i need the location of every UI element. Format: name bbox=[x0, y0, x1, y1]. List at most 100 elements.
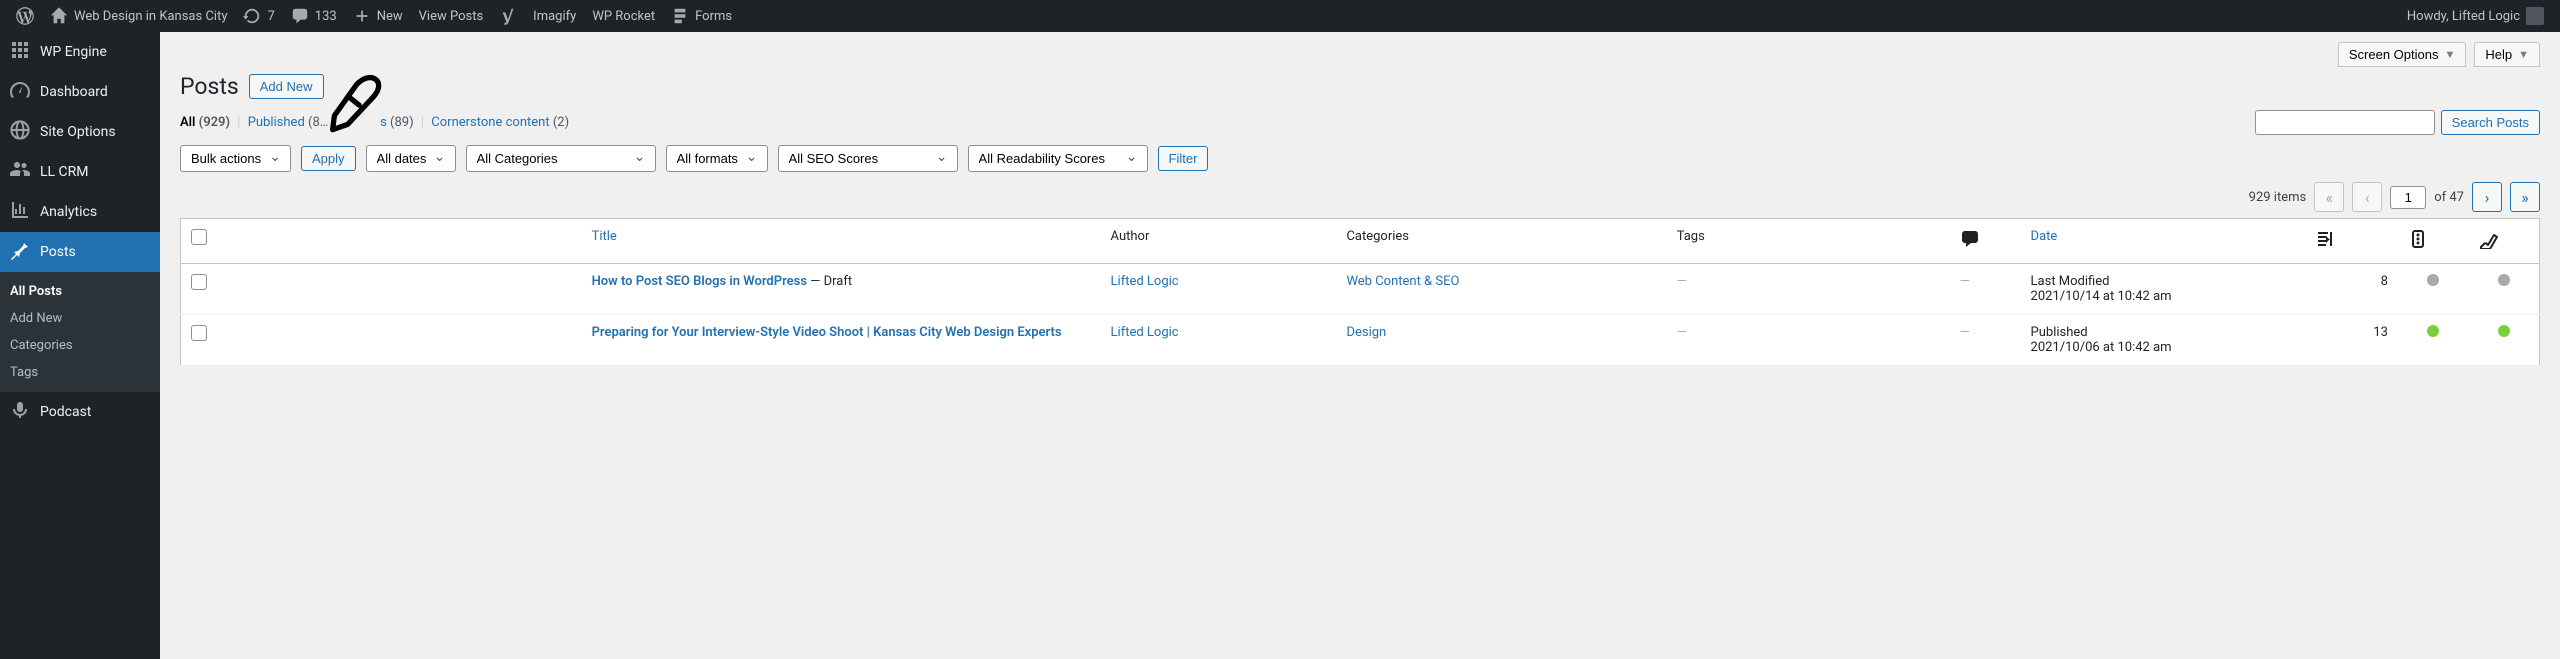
categories-select[interactable]: All Categories bbox=[466, 145, 656, 172]
select-all-checkbox[interactable] bbox=[191, 229, 207, 245]
seo-score-icon bbox=[2408, 238, 2428, 253]
gauge-icon bbox=[10, 80, 30, 104]
col-seo[interactable] bbox=[2398, 219, 2469, 264]
page-first-button[interactable]: « bbox=[2314, 182, 2344, 212]
row-checkbox[interactable] bbox=[191, 274, 207, 290]
howdy-menu[interactable]: Howdy, Lifted Logic bbox=[2399, 0, 2552, 32]
search-button[interactable]: Search Posts bbox=[2441, 110, 2540, 135]
date-value: 2021/10/14 at 10:42 am bbox=[2031, 289, 2172, 304]
date-status: Last Modified bbox=[2031, 274, 2110, 289]
imagify[interactable]: Imagify bbox=[525, 0, 584, 32]
pin-icon bbox=[10, 240, 30, 264]
filter-drafts[interactable]: s (89) bbox=[380, 115, 414, 130]
view-posts[interactable]: View Posts bbox=[411, 0, 492, 32]
author-link[interactable]: Lifted Logic bbox=[1111, 274, 1179, 289]
readability-scores-select[interactable]: All Readability Scores bbox=[968, 145, 1148, 172]
sidebar-item-analytics[interactable]: Analytics bbox=[0, 192, 160, 232]
sidebar-item-label: Site Options bbox=[40, 124, 116, 140]
sidebar-item-podcast[interactable]: Podcast bbox=[0, 392, 160, 432]
chart-icon bbox=[10, 200, 30, 224]
yoast[interactable] bbox=[491, 0, 525, 32]
col-links[interactable] bbox=[2304, 219, 2398, 264]
updates[interactable]: 7 bbox=[235, 0, 282, 32]
filter-button[interactable]: Filter bbox=[1158, 146, 1209, 171]
grid-icon bbox=[10, 40, 30, 64]
page-next-button[interactable]: › bbox=[2472, 182, 2502, 212]
links-count: 13 bbox=[2373, 325, 2388, 340]
wp-rocket[interactable]: WP Rocket bbox=[584, 0, 663, 32]
bulk-actions-select[interactable]: Bulk actions bbox=[180, 145, 291, 172]
post-title-link[interactable]: How to Post SEO Blogs in WordPress bbox=[592, 274, 807, 289]
row-checkbox[interactable] bbox=[191, 325, 207, 341]
sidebar-item-posts[interactable]: Posts bbox=[0, 232, 160, 272]
forms[interactable]: Forms bbox=[663, 0, 740, 32]
comments[interactable]: 133 bbox=[283, 0, 345, 32]
dates-select[interactable]: All dates bbox=[366, 145, 456, 172]
author-link[interactable]: Lifted Logic bbox=[1111, 325, 1179, 340]
sidebar-item-label: Posts bbox=[40, 244, 76, 260]
sidebar-item-wpengine[interactable]: WP Engine bbox=[0, 32, 160, 72]
comment-icon bbox=[1960, 238, 1980, 253]
page-prev-button[interactable]: ‹ bbox=[2352, 182, 2382, 212]
yoast-icon bbox=[499, 7, 517, 25]
sidebar-sub-categories[interactable]: Categories bbox=[0, 332, 160, 359]
tags-value: — bbox=[1677, 274, 1687, 289]
comments-value: — bbox=[1960, 274, 1970, 289]
readability-dot bbox=[2498, 325, 2510, 337]
comments-value: — bbox=[1960, 325, 1970, 340]
sidebar-item-site-options[interactable]: Site Options bbox=[0, 112, 160, 152]
category-link[interactable]: Design bbox=[1346, 325, 1386, 340]
col-title[interactable]: Title bbox=[582, 219, 1101, 264]
chevron-down-icon: ▼ bbox=[2518, 49, 2529, 61]
date-status: Published bbox=[2031, 325, 2088, 340]
add-new-button[interactable]: Add New bbox=[249, 74, 324, 99]
items-count: 929 items bbox=[2249, 190, 2307, 205]
formats-select[interactable]: All formats bbox=[666, 145, 768, 172]
chevron-down-icon: ▼ bbox=[2444, 49, 2455, 61]
site-home[interactable]: Web Design in Kansas City bbox=[42, 0, 235, 32]
links-count: 8 bbox=[2381, 274, 2388, 289]
page-current-input[interactable] bbox=[2390, 186, 2426, 209]
sidebar-sub-tags[interactable]: Tags bbox=[0, 359, 160, 386]
screen-options-button[interactable]: Screen Options ▼ bbox=[2338, 42, 2467, 67]
howdy-text: Howdy, Lifted Logic bbox=[2407, 9, 2520, 24]
seo-scores-select[interactable]: All SEO Scores bbox=[778, 145, 958, 172]
category-link[interactable]: Web Content & SEO bbox=[1346, 274, 1459, 289]
page-last-button[interactable]: » bbox=[2510, 182, 2540, 212]
readability-icon bbox=[2479, 238, 2499, 253]
wp-rocket-label: WP Rocket bbox=[592, 9, 655, 24]
post-title-link[interactable]: Preparing for Your Interview-Style Video… bbox=[592, 325, 1062, 340]
col-comments[interactable] bbox=[1950, 219, 2021, 264]
imagify-label: Imagify bbox=[533, 9, 576, 24]
view-posts-label: View Posts bbox=[419, 9, 484, 24]
filter-cornerstone[interactable]: Cornerstone content (2) bbox=[431, 115, 569, 130]
new-content[interactable]: New bbox=[345, 0, 411, 32]
sidebar-item-dashboard[interactable]: Dashboard bbox=[0, 72, 160, 112]
help-button[interactable]: Help ▼ bbox=[2474, 42, 2540, 67]
col-readability[interactable] bbox=[2469, 219, 2540, 264]
sidebar-sub-add-new[interactable]: Add New bbox=[0, 305, 160, 332]
sidebar-item-label: Dashboard bbox=[40, 84, 108, 100]
posts-table: Title Author Categories Tags Date How to… bbox=[180, 218, 2540, 366]
filter-all[interactable]: All (929) bbox=[180, 115, 230, 130]
sidebar-item-llcrm[interactable]: LL CRM bbox=[0, 152, 160, 192]
new-label: New bbox=[377, 9, 403, 24]
search-input[interactable] bbox=[2255, 110, 2435, 135]
wordpress-icon bbox=[16, 7, 34, 25]
post-status: — Draft bbox=[807, 274, 852, 289]
home-icon bbox=[50, 7, 68, 25]
comment-icon bbox=[291, 7, 309, 25]
sidebar-item-label: Podcast bbox=[40, 404, 91, 420]
apply-button[interactable]: Apply bbox=[301, 146, 356, 171]
forms-label: Forms bbox=[695, 9, 732, 24]
filter-published[interactable]: Published (8… bbox=[248, 115, 329, 130]
refresh-icon bbox=[243, 7, 261, 25]
sidebar-sub-all-posts[interactable]: All Posts bbox=[0, 278, 160, 305]
col-date[interactable]: Date bbox=[2021, 219, 2304, 264]
col-tags: Tags bbox=[1667, 219, 1950, 264]
seo-dot bbox=[2427, 274, 2439, 286]
avatar bbox=[2526, 7, 2544, 25]
wp-logo[interactable] bbox=[8, 0, 42, 32]
sidebar-item-label: Analytics bbox=[40, 204, 97, 220]
date-value: 2021/10/06 at 10:42 am bbox=[2031, 340, 2172, 355]
